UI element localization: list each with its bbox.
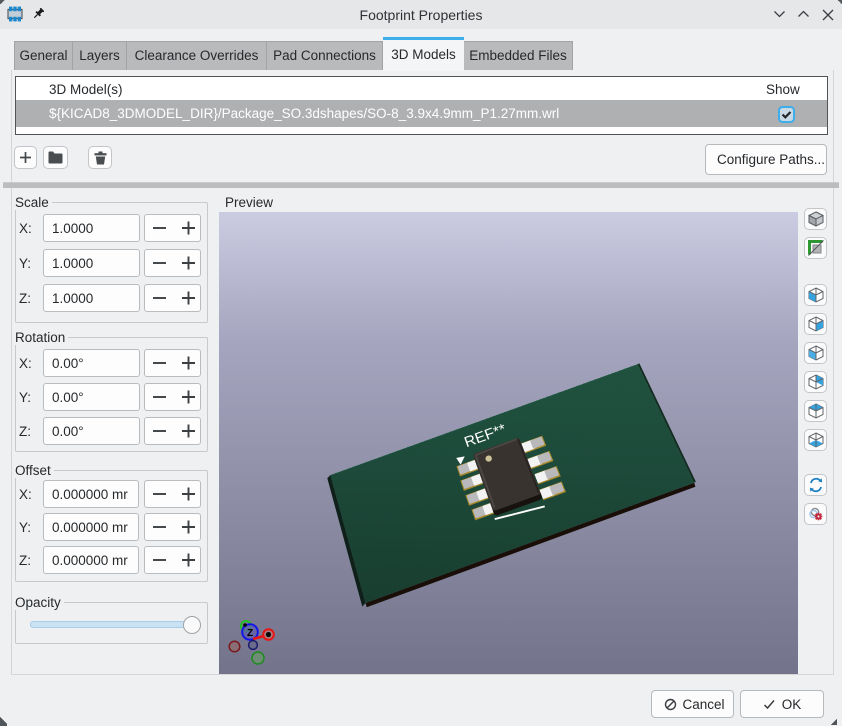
svg-text:Z: Z xyxy=(247,628,253,639)
